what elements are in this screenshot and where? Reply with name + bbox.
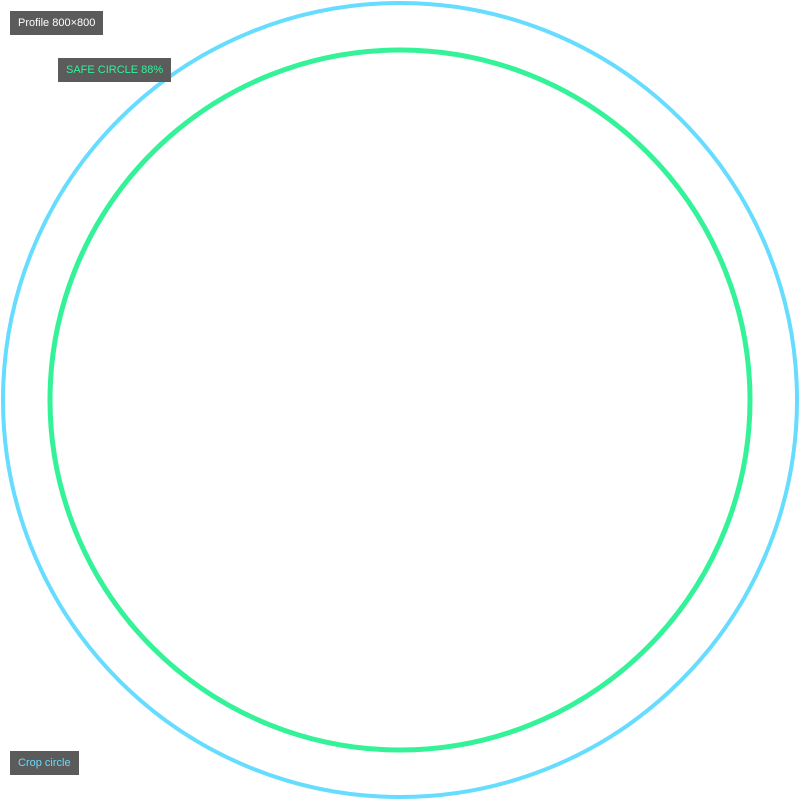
crop-circle-label: Crop circle: [10, 751, 79, 775]
guide-overlay: [1, 1, 799, 799]
profile-size-label: Profile 800×800: [10, 11, 104, 35]
safe-circle-guide: [47, 47, 753, 753]
safe-circle-label: SAFE CIRCLE 88%: [58, 58, 172, 82]
crop-circle-guide: [1, 1, 799, 799]
